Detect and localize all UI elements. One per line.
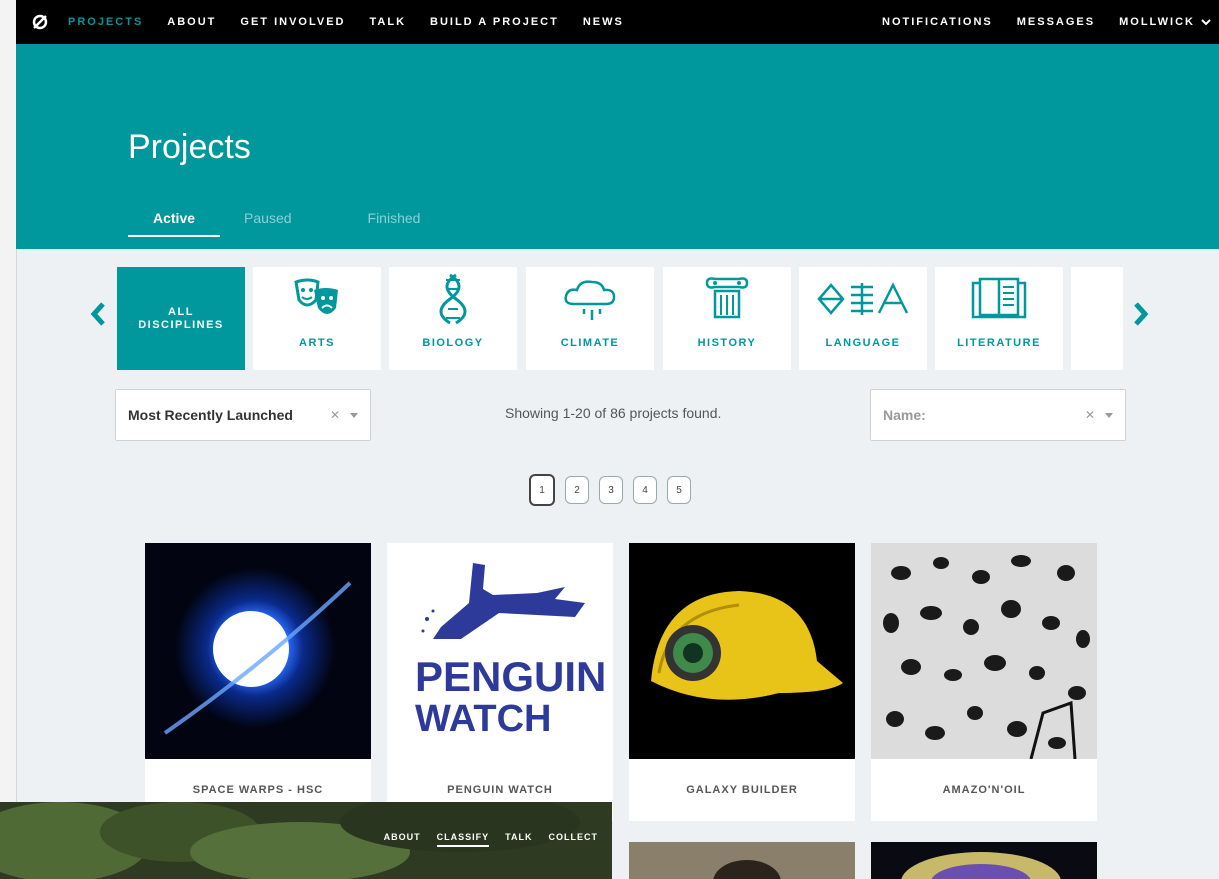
- nav-get-involved[interactable]: GET INVOLVED: [240, 16, 345, 28]
- nav-build-a-project[interactable]: BUILD A PROJECT: [430, 16, 559, 28]
- page-button[interactable]: 3: [599, 476, 623, 504]
- project-image: [629, 543, 855, 759]
- sort-value: Most Recently Launched: [128, 407, 293, 423]
- page-button[interactable]: 2: [565, 476, 589, 504]
- nav-projects[interactable]: PROJECTS: [68, 16, 143, 28]
- status-tabs: Active Paused Finished: [128, 206, 496, 237]
- page-button[interactable]: 5: [667, 476, 691, 504]
- carousel-next-icon[interactable]: [1131, 300, 1151, 328]
- nav-talk[interactable]: TALK: [370, 16, 407, 28]
- rain-cloud-icon: [562, 267, 618, 331]
- overlay-nav-about[interactable]: ABOUT: [384, 832, 421, 847]
- nav-news[interactable]: NEWS: [583, 16, 624, 28]
- discipline-language[interactable]: LANGUAGE: [799, 267, 927, 370]
- tab-finished[interactable]: Finished: [368, 206, 447, 237]
- project-card[interactable]: AMAZO'N'OIL: [871, 543, 1097, 821]
- discipline-partial[interactable]: ME: [1071, 267, 1123, 370]
- project-card[interactable]: [629, 842, 855, 879]
- project-card[interactable]: GALAXY BUILDER: [629, 543, 855, 821]
- nav-right-group: NOTIFICATIONS MESSAGES MOLLWICK: [882, 16, 1219, 28]
- overlay-nav-classify[interactable]: CLASSIFY: [436, 832, 490, 847]
- discipline-label: BIOLOGY: [422, 337, 484, 349]
- discipline-label: LANGUAGE: [825, 337, 901, 349]
- overlay-nav-talk[interactable]: TALK: [505, 832, 532, 847]
- project-image: [871, 543, 1097, 759]
- discipline-label: ARTS: [299, 337, 335, 349]
- project-image: [629, 842, 855, 879]
- discipline-biology[interactable]: BIOLOGY: [389, 267, 517, 370]
- discipline-label: ALL DISCIPLINES: [138, 305, 224, 331]
- discipline-label: LITERATURE: [957, 337, 1041, 349]
- project-card[interactable]: PENGUIN WATCH PENGUIN WATCH: [387, 543, 613, 821]
- page-title: Projects: [128, 128, 251, 166]
- browser-frame: PROJECTS ABOUT GET INVOLVED TALK BUILD A…: [0, 0, 1219, 879]
- discipline-label: HISTORY: [697, 337, 757, 349]
- window-edge: [0, 0, 17, 879]
- sort-controls: ✕: [330, 408, 358, 422]
- penguin-logo-line1: PENGUIN: [415, 653, 606, 700]
- overlay-window: ABOUT CLASSIFY TALK COLLECT: [0, 802, 612, 879]
- discipline-arts[interactable]: ARTS: [253, 267, 381, 370]
- project-image: [145, 543, 371, 759]
- top-nav: PROJECTS ABOUT GET INVOLVED TALK BUILD A…: [16, 0, 1219, 44]
- theater-masks-icon: [292, 267, 342, 331]
- clear-icon[interactable]: ✕: [330, 408, 340, 422]
- project-image: PENGUIN WATCH: [387, 543, 613, 759]
- user-menu[interactable]: MOLLWICK: [1119, 16, 1211, 28]
- tab-active[interactable]: Active: [128, 206, 221, 237]
- name-filter-placeholder: Name:: [883, 407, 926, 423]
- pagination: 1 2 3 4 5: [529, 474, 691, 506]
- overlay-nav-collect[interactable]: COLLECT: [549, 832, 599, 847]
- name-filter-controls: ✕: [1085, 408, 1113, 422]
- project-image: [871, 842, 1097, 879]
- discipline-history[interactable]: HISTORY: [663, 267, 791, 370]
- page-button[interactable]: 4: [633, 476, 657, 504]
- zooniverse-logo-icon[interactable]: [26, 8, 54, 36]
- project-name: AMAZO'N'OIL: [942, 784, 1026, 796]
- project-name: GALAXY BUILDER: [686, 784, 798, 796]
- projects-hero: Projects Active Paused Finished: [16, 44, 1219, 249]
- chevron-down-icon: [1201, 19, 1211, 26]
- overlay-nav: ABOUT CLASSIFY TALK COLLECT: [384, 832, 598, 847]
- chevron-down-icon[interactable]: [1105, 412, 1113, 418]
- column-icon: [703, 267, 751, 331]
- user-name: MOLLWICK: [1119, 16, 1195, 28]
- discipline-label: CLIMATE: [560, 337, 620, 349]
- carousel-prev-icon[interactable]: [88, 300, 108, 328]
- sort-select[interactable]: Most Recently Launched ✕: [115, 389, 371, 441]
- chevron-down-icon[interactable]: [350, 412, 358, 418]
- project-card[interactable]: [871, 842, 1097, 879]
- results-count: Showing 1-20 of 86 projects found.: [505, 405, 722, 421]
- nav-about[interactable]: ABOUT: [167, 16, 216, 28]
- discipline-climate[interactable]: CLIMATE: [526, 267, 654, 370]
- tab-paused[interactable]: Paused: [244, 206, 317, 237]
- penguin-logo-line2: WATCH: [415, 698, 552, 740]
- page-button[interactable]: 1: [529, 474, 555, 506]
- project-card[interactable]: SPACE WARPS - HSC: [145, 543, 371, 821]
- nav-messages[interactable]: MESSAGES: [1017, 16, 1095, 28]
- nav-notifications[interactable]: NOTIFICATIONS: [882, 16, 993, 28]
- open-book-icon: [970, 267, 1028, 331]
- clear-icon[interactable]: ✕: [1085, 408, 1095, 422]
- discipline-carousel: ALL DISCIPLINES ARTS BIOLOGY CLIMATE HIS…: [117, 267, 1123, 370]
- discipline-literature[interactable]: LITERATURE: [935, 267, 1063, 370]
- partial-icon: [1115, 267, 1123, 331]
- name-filter-select[interactable]: Name: ✕: [870, 389, 1126, 441]
- glyphs-icon: [817, 267, 909, 331]
- dna-icon: [438, 267, 468, 331]
- discipline-all[interactable]: ALL DISCIPLINES: [117, 267, 245, 370]
